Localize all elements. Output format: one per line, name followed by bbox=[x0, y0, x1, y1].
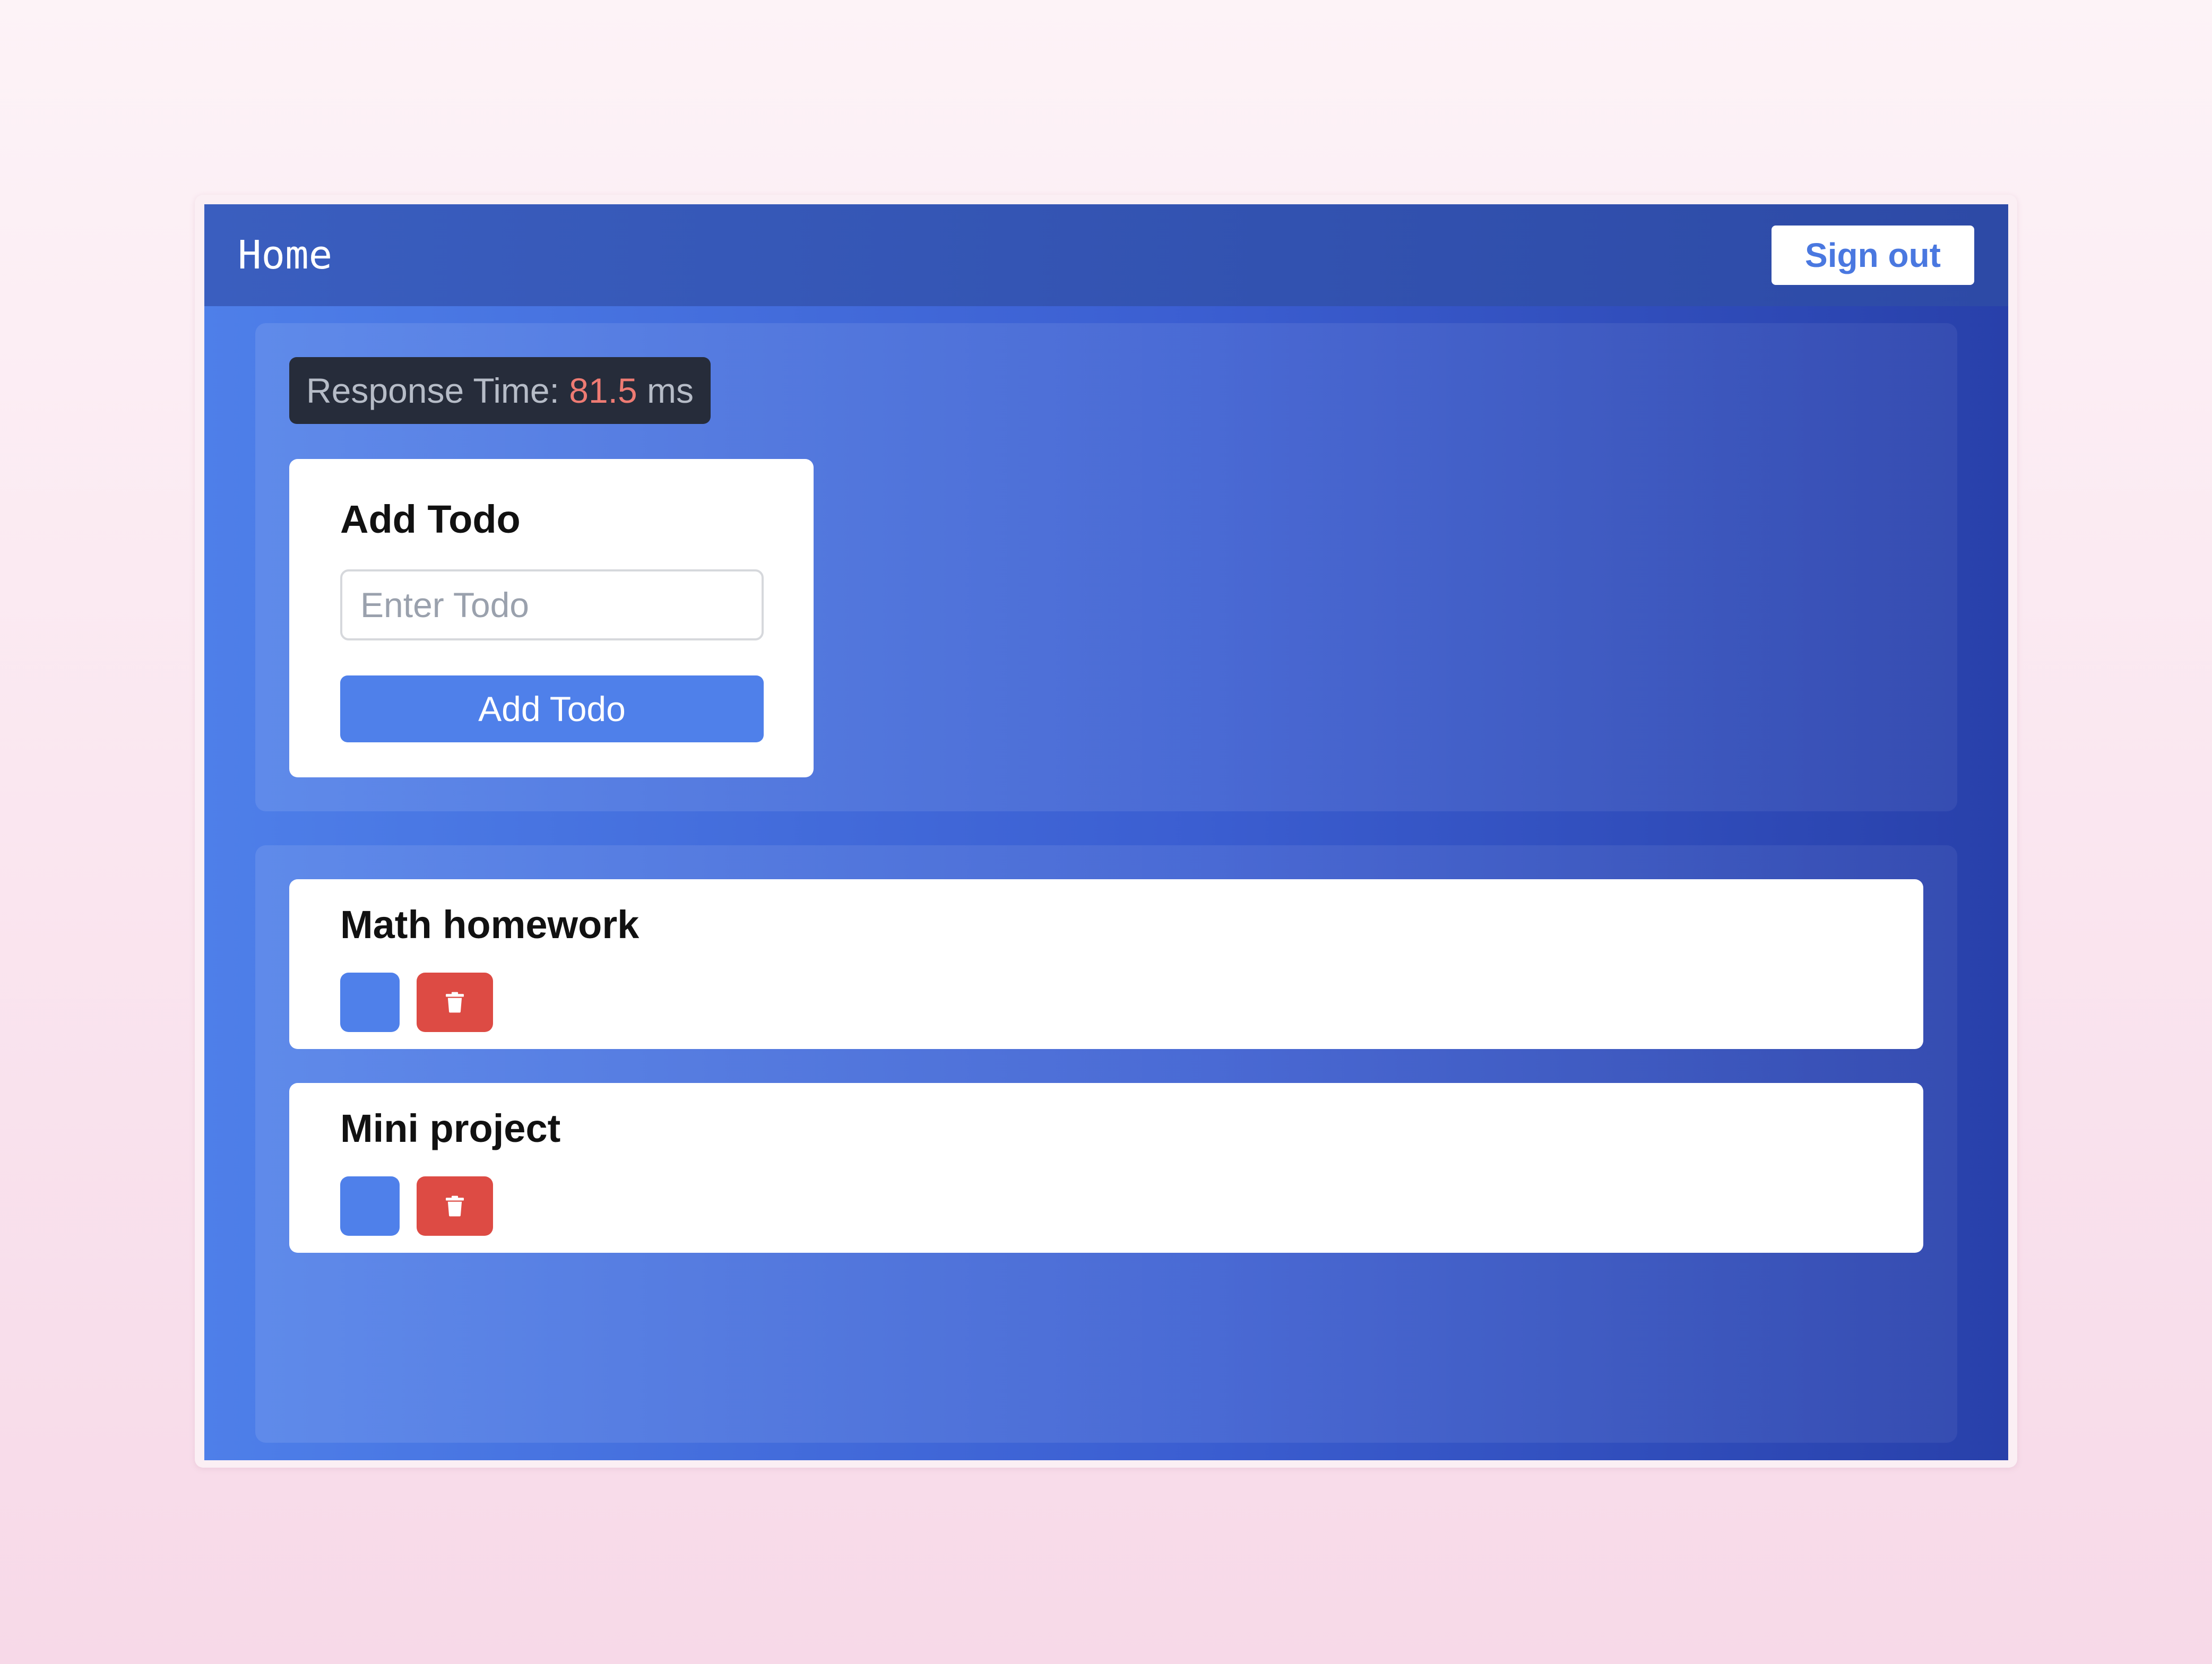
trash-icon bbox=[446, 1195, 464, 1217]
sign-out-button[interactable]: Sign out bbox=[1772, 226, 1974, 285]
todo-input[interactable] bbox=[340, 569, 764, 640]
todo-item-actions bbox=[340, 973, 493, 1032]
todo-delete-button[interactable] bbox=[417, 1176, 493, 1236]
todo-item: Mini project bbox=[289, 1083, 1923, 1253]
todo-item-actions bbox=[340, 1176, 493, 1236]
todo-complete-button[interactable] bbox=[340, 973, 400, 1032]
add-todo-button[interactable]: Add Todo bbox=[340, 675, 764, 742]
response-time-label: Response Time: bbox=[306, 371, 559, 410]
add-todo-panel: Response Time: 81.5 ms Add Todo Add Todo bbox=[255, 323, 1957, 811]
app-window: Home Sign out Response Time: 81.5 ms Add… bbox=[204, 204, 2008, 1460]
top-navbar: Home Sign out bbox=[204, 204, 2008, 306]
todo-delete-button[interactable] bbox=[417, 973, 493, 1032]
response-time-badge: Response Time: 81.5 ms bbox=[289, 357, 711, 424]
todo-item: Math homework bbox=[289, 879, 1923, 1049]
todo-item-title: Math homework bbox=[340, 903, 640, 947]
response-time-unit: ms bbox=[647, 371, 694, 410]
response-time-value: 81.5 bbox=[569, 371, 637, 410]
trash-icon bbox=[446, 992, 464, 1013]
add-todo-heading: Add Todo bbox=[340, 497, 521, 541]
todo-list-panel: Math homework Mini project bbox=[255, 845, 1957, 1443]
todo-item-title: Mini project bbox=[340, 1106, 561, 1150]
nav-home-title[interactable]: Home bbox=[238, 230, 332, 281]
add-todo-card: Add Todo Add Todo bbox=[289, 459, 814, 777]
todo-complete-button[interactable] bbox=[340, 1176, 400, 1236]
